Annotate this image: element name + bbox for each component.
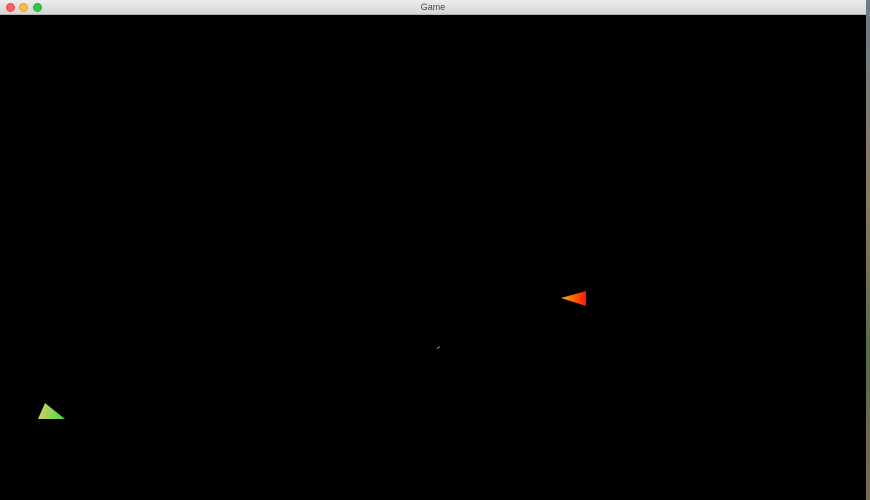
window-titlebar[interactable]: Game — [0, 0, 866, 15]
game-canvas[interactable] — [0, 15, 866, 500]
bullet — [436, 346, 440, 349]
enemy-ship — [561, 291, 586, 306]
game-window: Game — [0, 0, 866, 500]
window-title: Game — [420, 2, 446, 12]
player-ship — [38, 403, 65, 419]
desktop-background — [866, 0, 870, 500]
game-scene — [38, 291, 586, 419]
